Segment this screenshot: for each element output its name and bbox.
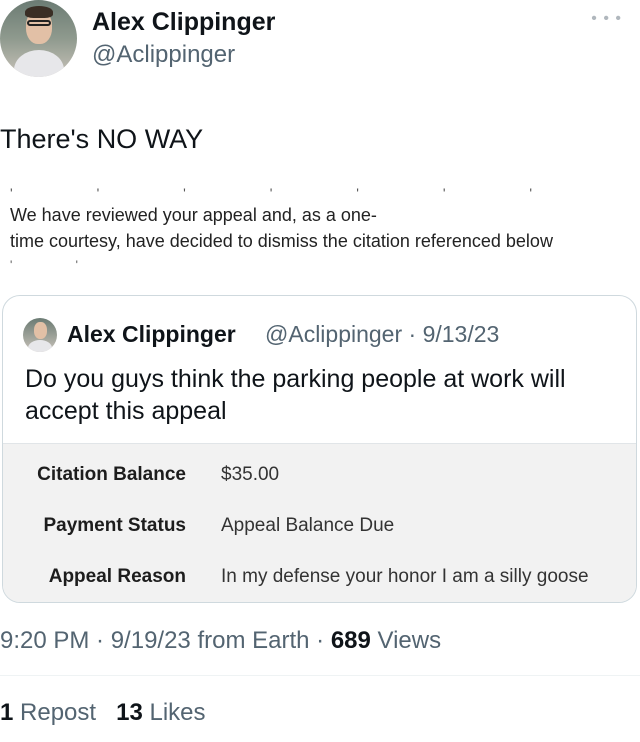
avatar-face: [34, 322, 47, 339]
likes-count: 13: [116, 699, 143, 726]
engagement-stats: 1 Repost 13 Likes: [0, 699, 206, 727]
likes-link[interactable]: 13 Likes: [116, 699, 205, 726]
reposts-link[interactable]: 1 Repost: [0, 699, 96, 726]
author-handle[interactable]: @Aclippinger: [92, 41, 235, 69]
likes-label: Likes: [142, 699, 206, 726]
citation-balance-row: Citation Balance $35.00: [3, 464, 636, 494]
divider: [0, 675, 640, 676]
more-horizontal-icon[interactable]: • • •: [591, 10, 622, 28]
tweet-text: There's NO WAY: [0, 124, 204, 154]
quoted-tweet-text: Do you guys think the parking people at …: [25, 365, 566, 425]
quoted-author-name: Alex Clippinger: [67, 321, 236, 347]
row-label: Appeal Reason: [48, 566, 186, 587]
row-label: Citation Balance: [37, 464, 186, 485]
quoted-author-avatar: [23, 318, 57, 352]
cropped-text-bottom: ' ' ': [10, 258, 110, 264]
reposts-count: 1: [0, 699, 14, 726]
row-label: Payment Status: [43, 515, 186, 536]
appeal-reason-row: Appeal Reason In my defense your honor I…: [3, 566, 636, 596]
avatar-glasses: [27, 20, 51, 26]
quoted-tweet-card[interactable]: Alex Clippinger @Aclippinger · 9/13/23 D…: [2, 295, 637, 603]
avatar-shirt: [28, 340, 52, 352]
row-value: Appeal Balance Due: [221, 515, 395, 536]
reposts-label: Repost: [13, 699, 97, 726]
screenshot-line-1: We have reviewed your appeal and, as a o…: [10, 205, 377, 225]
payment-status-row: Payment Status Appeal Balance Due: [3, 515, 636, 545]
attached-screenshot[interactable]: ' ' ' ' ' ' ' ' ' ' We have reviewed you…: [0, 185, 640, 265]
quoted-author-meta: @Aclippinger · 9/13/23: [265, 321, 500, 347]
views-label: Views: [370, 627, 442, 654]
cropped-text-top: ' ' ' ' ' ' ' ' ' ': [10, 185, 573, 193]
views-count: 689: [330, 627, 371, 654]
row-value: $35.00: [221, 464, 280, 485]
row-value: In my defense your honor I am a silly go…: [221, 566, 589, 587]
timestamp-text[interactable]: 9:20 PM · 9/19/23 from Earth ·: [0, 627, 331, 654]
avatar-shirt: [14, 50, 64, 77]
avatar-hair: [25, 6, 53, 18]
tweet-timestamp: 9:20 PM · 9/19/23 from Earth · 689 Views: [0, 627, 441, 655]
author-avatar[interactable]: [0, 0, 77, 77]
screenshot-line-2: time courtesy, have decided to dismiss t…: [10, 231, 553, 251]
author-name[interactable]: Alex Clippinger: [92, 8, 275, 37]
quoted-tweet-media[interactable]: Citation Balance $35.00 Payment Status A…: [3, 443, 636, 602]
